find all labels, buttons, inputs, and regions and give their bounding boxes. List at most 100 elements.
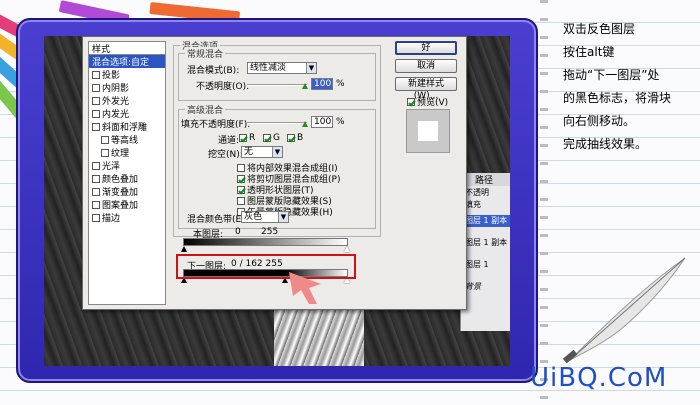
checkbox-icon[interactable] [92, 70, 100, 79]
layer-item[interactable]: 图层 1 [461, 259, 510, 271]
fill-opacity-label: 填充不透明度(F): [181, 120, 251, 130]
checkbox-icon[interactable] [92, 187, 100, 196]
fill-opacity-input[interactable]: 100 [311, 116, 333, 128]
checkbox-icon [237, 196, 245, 205]
styles-header: 样式 [89, 42, 165, 55]
checkbox-icon[interactable] [92, 96, 100, 105]
checkbox-icon[interactable] [101, 135, 109, 144]
new-style-button[interactable]: 新建样式(W)... [395, 77, 457, 101]
layer-item[interactable]: 图层 1 副本 [461, 237, 510, 249]
knockout-label: 挖空(N): [208, 150, 243, 160]
channel-r-checkbox[interactable]: R [239, 133, 255, 143]
knockout-value: 无 [244, 147, 254, 157]
blend-if-select[interactable]: 灰色 ▼ [241, 211, 289, 223]
style-item[interactable]: 内阴影 [89, 81, 165, 94]
fill-opacity-slider[interactable] [247, 122, 307, 124]
this-layer-min: 0 [235, 227, 241, 237]
checkbox-icon[interactable] [101, 148, 109, 157]
style-item-label: 纹理 [111, 149, 130, 159]
opacity-input[interactable]: 100 [311, 78, 333, 90]
blend-if-label: 混合颜色带(E): [187, 215, 248, 225]
general-blend-title: 常规混合 [185, 47, 226, 60]
checkbox-icon [239, 134, 247, 142]
preview-label: 预览(V) [417, 98, 449, 108]
instruction-line: 完成抽线效果。 [563, 137, 648, 151]
chevron-down-icon: ▼ [272, 147, 282, 157]
style-item[interactable]: 光泽 [89, 159, 165, 172]
ok-button[interactable]: 好 [395, 41, 457, 55]
notebook-spiral [540, 0, 548, 405]
fill-opacity-slider-knob[interactable] [302, 121, 308, 127]
style-preview-box [406, 109, 450, 153]
layers-panel: 路径 不透明 填充 图层 1 副本 图层 1 副本 图层 1 背景 [460, 173, 510, 331]
instruction-line: 拖动“下一图层”处 [563, 68, 660, 82]
style-item[interactable]: 描边 [89, 211, 165, 224]
style-item[interactable]: 斜面和浮雕 [89, 120, 165, 133]
this-layer-black-slider[interactable] [181, 246, 187, 252]
general-blend-group: 常规混合 [178, 47, 376, 101]
quill-pen-icon [562, 257, 686, 364]
styles-list: 样式 混合选项:自定投影 内阴影 外发光 内发光斜面和浮雕等高线纹理光泽颜色叠加 渐变叠… [88, 41, 166, 305]
style-item-label: 斜面和浮雕 [102, 123, 148, 133]
style-item-label: 描边 [102, 214, 121, 224]
instructions: 双击反色图层 按住alt键 拖动“下一图层”处 的黑色标志，将滑块 向右侧移动。… [563, 18, 698, 156]
blend-if-value: 灰色 [244, 212, 263, 222]
layer-item[interactable]: 图层 1 副本 [461, 215, 510, 227]
cancel-button[interactable]: 取消 [395, 59, 457, 73]
blend-mode-label: 混合模式(B): [187, 66, 240, 76]
style-item[interactable]: 混合选项:自定 [89, 55, 165, 68]
style-item[interactable]: 外发光 [89, 94, 165, 107]
channel-b-checkbox[interactable]: B [287, 133, 303, 143]
style-preview-swatch [418, 121, 438, 141]
style-item-label: 光泽 [102, 162, 121, 172]
layers-fill-row: 填充 [465, 200, 481, 209]
style-item[interactable]: 纹理 [89, 146, 165, 159]
style-item[interactable]: 颜色叠加 [89, 172, 165, 185]
opacity-slider[interactable] [247, 84, 307, 86]
arrow-up-icon [289, 272, 321, 304]
highlight-box [176, 254, 356, 279]
opacity-percent: % [336, 79, 345, 89]
chevron-down-icon: ▼ [278, 212, 288, 222]
checkbox-icon[interactable] [92, 200, 100, 209]
style-item-label: 等高线 [111, 136, 139, 146]
checkbox-icon[interactable] [92, 122, 100, 131]
style-item[interactable]: 等高线 [89, 133, 165, 146]
blend-mode-select[interactable]: 线性减淡 ▼ [247, 62, 317, 74]
checkbox-icon[interactable] [92, 174, 100, 183]
knockout-select[interactable]: 无 ▼ [241, 146, 283, 158]
preview-checkbox[interactable]: 预览(V) [407, 95, 448, 108]
this-layer-white-slider[interactable] [344, 246, 350, 252]
style-item-label: 图案叠加 [102, 201, 139, 211]
instruction-line: 的黑色标志，将滑块 [563, 91, 672, 105]
style-item[interactable]: 渐变叠加 [89, 185, 165, 198]
instruction-line: 按住alt键 [563, 45, 615, 59]
style-item[interactable]: 内发光 [89, 107, 165, 120]
channel-g-checkbox[interactable]: G [263, 133, 280, 143]
layers-tab-paths[interactable]: 路径 [461, 173, 510, 186]
checkbox-icon [237, 174, 245, 183]
checkbox-icon [407, 97, 415, 106]
checkbox-icon[interactable] [92, 161, 100, 170]
layer-item[interactable]: 背景 [461, 281, 510, 293]
blend-mode-value: 线性减淡 [250, 63, 287, 73]
fill-opacity-percent: % [336, 117, 345, 127]
chevron-down-icon: ▼ [306, 63, 316, 73]
advanced-blend-title: 高级混合 [185, 103, 226, 116]
channels-label: 通道: [218, 136, 240, 146]
style-item-label: 投影 [102, 71, 121, 81]
checkbox-icon[interactable] [92, 213, 100, 222]
style-item-label: 颜色叠加 [102, 175, 139, 185]
checkbox-icon [263, 134, 271, 142]
style-item-label: 混合选项:自定 [92, 58, 150, 68]
checkbox-icon[interactable] [92, 109, 100, 118]
opacity-slider-knob[interactable] [302, 83, 308, 89]
this-layer-gradient [183, 238, 348, 246]
instruction-line: 双击反色图层 [563, 22, 636, 36]
style-item[interactable]: 投影 [89, 68, 165, 81]
checkbox-icon[interactable] [92, 83, 100, 92]
channel-g-label: G [273, 133, 280, 143]
site-logo: UiBQ.CoM [530, 363, 668, 393]
style-item[interactable]: 图案叠加 [89, 198, 165, 211]
layers-opacity-row: 不透明 [465, 188, 489, 197]
